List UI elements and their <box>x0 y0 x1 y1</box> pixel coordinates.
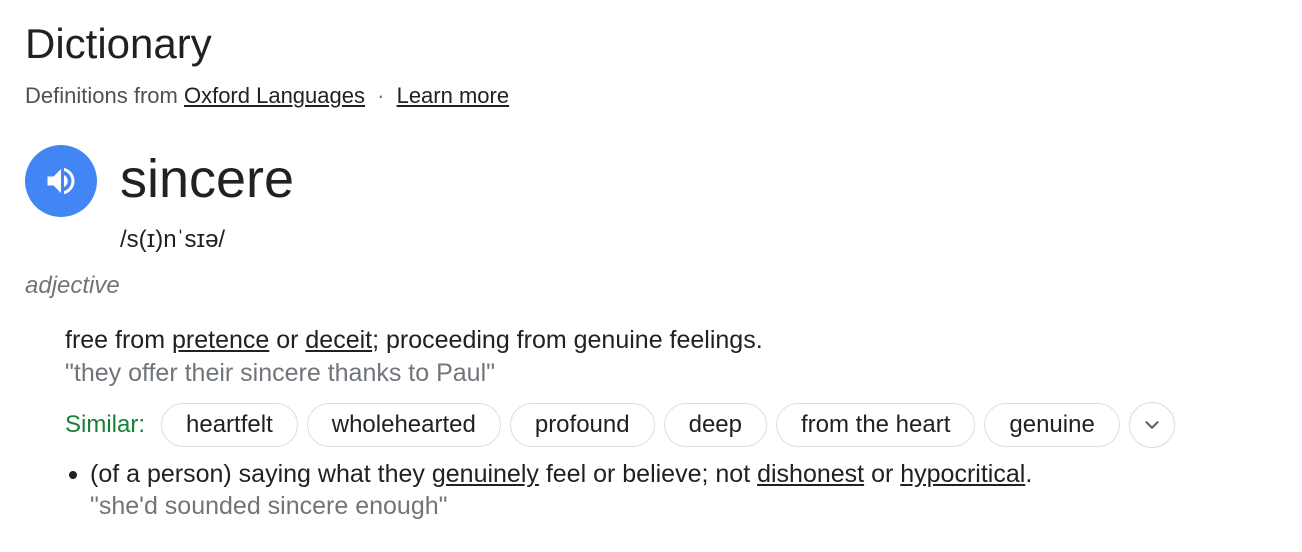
pronunciation-audio-button[interactable] <box>25 145 97 217</box>
speaker-icon <box>47 167 75 195</box>
def-text: . <box>1025 460 1033 488</box>
learn-more-link[interactable]: Learn more <box>397 83 510 108</box>
sense-2-definition: (of a person) saying what they genuinely… <box>90 458 1032 490</box>
def-text: feel or believe; not <box>538 460 758 488</box>
headword: sincere <box>120 149 295 209</box>
word-link-dishonest[interactable]: dishonest <box>757 460 864 488</box>
similar-chip-heartfelt[interactable]: heartfelt <box>161 403 298 447</box>
def-text: or <box>864 460 901 488</box>
oxford-languages-link[interactable]: Oxford Languages <box>184 83 365 108</box>
similar-chip-deep[interactable]: deep <box>663 403 767 447</box>
sense-1-definition: free from pretence or deceit; proceeding… <box>65 324 763 356</box>
sense-2-bullet <box>69 471 77 479</box>
source-prefix: Definitions from <box>25 83 178 108</box>
similar-chip-profound[interactable]: profound <box>509 403 655 447</box>
word-link-pretence[interactable]: pretence <box>172 326 269 354</box>
similar-words-row: Similar: heartfelt wholehearted profound… <box>65 401 1175 449</box>
dictionary-title: Dictionary <box>25 20 212 67</box>
similar-label: Similar: <box>65 411 146 438</box>
def-text: or <box>269 326 306 354</box>
def-text: (of a person) saying what they <box>90 460 432 488</box>
word-link-hypocritical[interactable]: hypocritical <box>900 460 1025 488</box>
word-link-genuinely[interactable]: genuinely <box>432 460 539 488</box>
similar-chip-genuine[interactable]: genuine <box>984 403 1120 447</box>
definition-source: Definitions from Oxford Languages · Lear… <box>25 82 509 110</box>
expand-similar-button[interactable] <box>1128 402 1175 448</box>
similar-chip-from-the-heart[interactable]: from the heart <box>775 403 976 447</box>
chevron-down-icon <box>1145 421 1159 429</box>
word-link-deceit[interactable]: deceit <box>305 326 372 354</box>
source-separator: · <box>377 83 385 108</box>
def-text: ; proceeding from genuine feelings. <box>372 326 763 354</box>
sense-2-example: "she'd sounded sincere enough" <box>90 492 448 520</box>
sense-1-example: "they offer their sincere thanks to Paul… <box>65 359 496 387</box>
phonetic-spelling: /s(ɪ)nˈsɪə/ <box>120 226 226 253</box>
def-text: free from <box>65 326 172 354</box>
part-of-speech: adjective <box>25 272 120 299</box>
similar-chip-wholehearted[interactable]: wholehearted <box>306 403 501 447</box>
